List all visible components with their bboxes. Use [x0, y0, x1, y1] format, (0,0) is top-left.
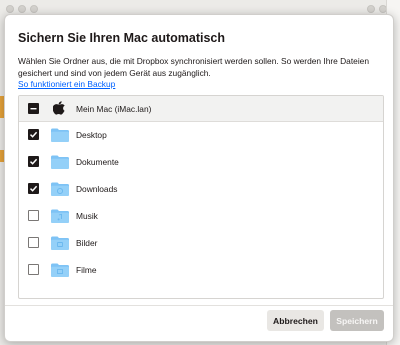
- folder-row-musik[interactable]: Musik: [19, 203, 383, 229]
- bilder-checkbox[interactable]: [28, 237, 39, 248]
- folder-icon: [51, 236, 69, 250]
- window-controls-left: [6, 5, 38, 13]
- folder-row-dokumente[interactable]: Dokumente: [19, 149, 383, 175]
- dokumente-checkbox[interactable]: [28, 156, 39, 167]
- folder-icon: [51, 155, 69, 169]
- folder-icon: [51, 182, 69, 196]
- folder-label: Bilder: [76, 238, 98, 248]
- folder-row-downloads[interactable]: Downloads: [19, 176, 383, 202]
- close-dot-icon: [6, 5, 14, 13]
- folder-icon: [51, 128, 69, 142]
- dot-icon: [367, 5, 375, 13]
- folder-icon: [51, 263, 69, 277]
- cancel-button[interactable]: Abbrechen: [267, 310, 324, 331]
- downloads-checkbox[interactable]: [28, 183, 39, 194]
- filme-checkbox[interactable]: [28, 264, 39, 275]
- folder-list: Mein Mac (iMac.lan) Desktop Dokumente Do…: [18, 95, 384, 299]
- save-button[interactable]: Speichern: [330, 310, 384, 331]
- folder-label: Dokumente: [76, 157, 119, 167]
- dialog-description: Wählen Sie Ordner aus, die mit Dropbox s…: [18, 56, 369, 78]
- folder-row-bilder[interactable]: Bilder: [19, 230, 383, 256]
- zoom-dot-icon: [30, 5, 38, 13]
- dialog-title: Sichern Sie Ihren Mac automatisch: [18, 31, 226, 45]
- device-label: Mein Mac (iMac.lan): [76, 103, 152, 114]
- desktop-checkbox[interactable]: [28, 129, 39, 140]
- minimize-dot-icon: [18, 5, 26, 13]
- folder-label: Filme: [76, 265, 97, 275]
- folder-label: Musik: [76, 211, 98, 221]
- help-link[interactable]: So funktioniert ein Backup: [18, 79, 115, 89]
- folder-label: Desktop: [76, 130, 107, 140]
- folder-row-filme[interactable]: Filme: [19, 257, 383, 283]
- folder-icon: [51, 209, 69, 223]
- folder-list-header[interactable]: Mein Mac (iMac.lan): [19, 96, 383, 122]
- footer-divider: [5, 305, 393, 306]
- musik-checkbox[interactable]: [28, 210, 39, 221]
- apple-icon: [53, 101, 65, 115]
- folder-row-desktop[interactable]: Desktop: [19, 122, 383, 148]
- backup-dialog: Sichern Sie Ihren Mac automatisch Wählen…: [4, 14, 394, 342]
- folder-label: Downloads: [76, 184, 118, 194]
- select-all-checkbox[interactable]: [28, 103, 39, 114]
- window-controls-right: [367, 5, 387, 13]
